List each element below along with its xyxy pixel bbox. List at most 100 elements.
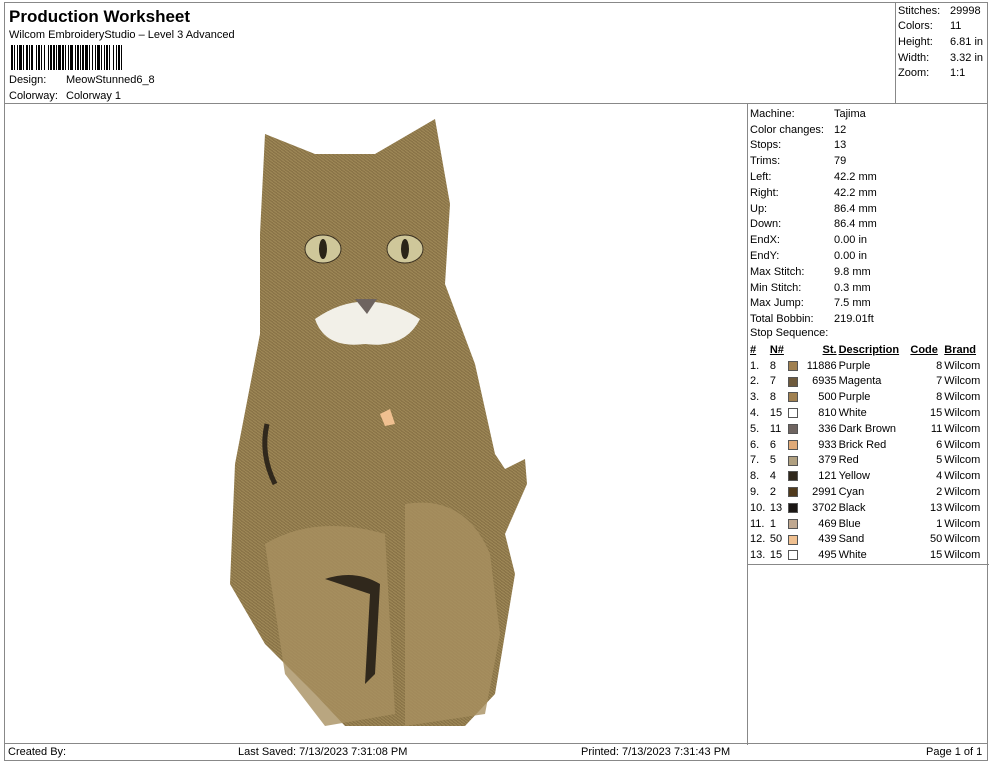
stat-value: 1:1 xyxy=(950,67,966,80)
thread-code: 8 xyxy=(936,359,943,372)
thread-code: 7 xyxy=(936,375,943,388)
table-row: 9. 2 2991 Cyan 2 Wilcom xyxy=(749,484,987,500)
info-row: Max Jump: 7.5 mm xyxy=(750,296,990,312)
table-bottom-divider xyxy=(747,564,989,565)
info-label: Trims: xyxy=(750,155,781,168)
thread-description: White xyxy=(838,407,867,420)
color-swatch-cell xyxy=(787,421,801,437)
table-row: 4. 15 810 White 15 Wilcom xyxy=(749,405,987,421)
color-swatch xyxy=(788,408,799,419)
info-label: EndY: xyxy=(750,250,780,263)
thread-description: Magenta xyxy=(838,375,882,388)
stitch-count: 336 xyxy=(818,422,837,435)
stat-row: Width: 3.32 in xyxy=(896,50,987,66)
thread-description: Brick Red xyxy=(838,438,887,451)
info-row: Left: 42.2 mm xyxy=(750,169,990,185)
info-value: 9.8 mm xyxy=(834,265,871,278)
thread-description: Red xyxy=(838,454,859,467)
needle-number: 15 xyxy=(769,407,783,420)
info-value: 0.3 mm xyxy=(834,281,871,294)
stitch-count: 439 xyxy=(818,533,837,546)
needle-number: 1 xyxy=(769,517,776,530)
info-value: 86.4 mm xyxy=(834,202,877,215)
stitch-count: 495 xyxy=(818,549,837,562)
color-swatch-cell xyxy=(787,532,801,548)
thread-description: Dark Brown xyxy=(838,422,897,435)
info-row: Min Stitch: 0.3 mm xyxy=(750,280,990,296)
worksheet-header: Production Worksheet Wilcom EmbroiderySt… xyxy=(4,2,896,104)
stop-number: 10. xyxy=(750,501,766,514)
stitch-count: 2991 xyxy=(812,486,837,499)
thread-brand: Wilcom xyxy=(944,407,981,420)
thread-code: 11 xyxy=(930,422,943,435)
stat-value: 3.32 in xyxy=(950,51,984,64)
page-title: Production Worksheet xyxy=(9,7,191,26)
thread-code: 15 xyxy=(930,407,943,420)
stitch-count: 500 xyxy=(818,391,837,404)
needle-number: 50 xyxy=(769,533,783,546)
last-saved: Last Saved: 7/13/2023 7:31:08 PM xyxy=(238,746,408,758)
col-stitches: St. xyxy=(822,343,837,356)
table-row: 6. 6 933 Brick Red 6 Wilcom xyxy=(749,437,987,453)
info-value: 0.00 in xyxy=(834,234,868,247)
needle-number: 4 xyxy=(769,470,776,483)
col-brand: Brand xyxy=(944,343,977,356)
info-label: Total Bobbin: xyxy=(750,313,814,326)
needle-number: 7 xyxy=(769,375,776,388)
needle-number: 6 xyxy=(769,438,776,451)
stitch-count: 11886 xyxy=(806,359,837,372)
color-swatch xyxy=(788,376,799,387)
color-swatch-cell xyxy=(787,516,801,532)
info-value: 12 xyxy=(834,123,847,136)
info-label: Color changes: xyxy=(750,123,824,136)
thread-code: 4 xyxy=(936,470,943,483)
worksheet-body: Machine: Tajima Color changes: 12 Stops: 13 Tr… xyxy=(4,103,990,745)
thread-code: 5 xyxy=(936,454,943,467)
stat-label: Height: xyxy=(898,35,933,48)
stop-number: 12. xyxy=(750,533,766,546)
stat-label: Width: xyxy=(898,51,930,64)
info-row: Right: 42.2 mm xyxy=(750,185,990,201)
needle-number: 11 xyxy=(769,422,782,435)
info-value: 219.01ft xyxy=(834,313,874,326)
needle-number: 5 xyxy=(769,454,776,467)
info-label: Max Stitch: xyxy=(750,265,805,278)
stat-label: Zoom: xyxy=(898,67,930,80)
col-number: # xyxy=(750,343,757,356)
info-row: Total Bobbin: 219.01ft xyxy=(750,311,990,327)
needle-number: 2 xyxy=(769,486,776,499)
barcode-bar xyxy=(122,45,124,70)
embroidery-design-preview xyxy=(230,119,527,726)
stat-row: Stitches: 29998 xyxy=(896,3,987,19)
thread-description: Blue xyxy=(838,517,861,530)
thread-code: 6 xyxy=(936,438,943,451)
table-row: 8. 4 121 Yellow 4 Wilcom xyxy=(749,468,987,484)
info-value: 42.2 mm xyxy=(834,186,877,199)
table-row: 3. 8 500 Purple 8 Wilcom xyxy=(749,389,987,405)
col-code: Code xyxy=(910,343,938,356)
thread-brand: Wilcom xyxy=(944,375,981,388)
stat-row: Height: 6.81 in xyxy=(896,34,987,50)
thread-code: 2 xyxy=(936,486,943,499)
stop-sequence-title: Stop Sequence: xyxy=(750,327,829,339)
thread-description: Purple xyxy=(838,359,871,372)
stop-number: 1. xyxy=(750,359,760,372)
thread-code: 1 xyxy=(936,517,943,530)
thread-description: Purple xyxy=(838,391,871,404)
info-value: 0.00 in xyxy=(834,250,868,263)
info-label: Machine: xyxy=(750,107,795,120)
stitch-count: 810 xyxy=(818,407,837,420)
info-value: 42.2 mm xyxy=(834,171,877,184)
table-row: 5. 11 336 Dark Brown 11 Wilcom xyxy=(749,421,987,437)
thread-brand: Wilcom xyxy=(944,549,981,562)
design-stats: Stitches: 29998 Colors: 11 Height: 6.81 in Wid… xyxy=(895,2,988,104)
info-row: Down: 86.4 mm xyxy=(750,217,990,233)
info-label: Right: xyxy=(750,186,779,199)
info-row: Stops: 13 xyxy=(750,138,990,154)
stitch-count: 379 xyxy=(818,454,837,467)
color-swatch-cell xyxy=(787,437,801,453)
stop-sequence-table: # N# St. Description Code Brand 1. 8 118… xyxy=(749,342,987,563)
color-swatch-cell xyxy=(787,374,801,390)
color-swatch xyxy=(788,439,799,450)
colorway-label: Colorway: xyxy=(9,90,58,102)
